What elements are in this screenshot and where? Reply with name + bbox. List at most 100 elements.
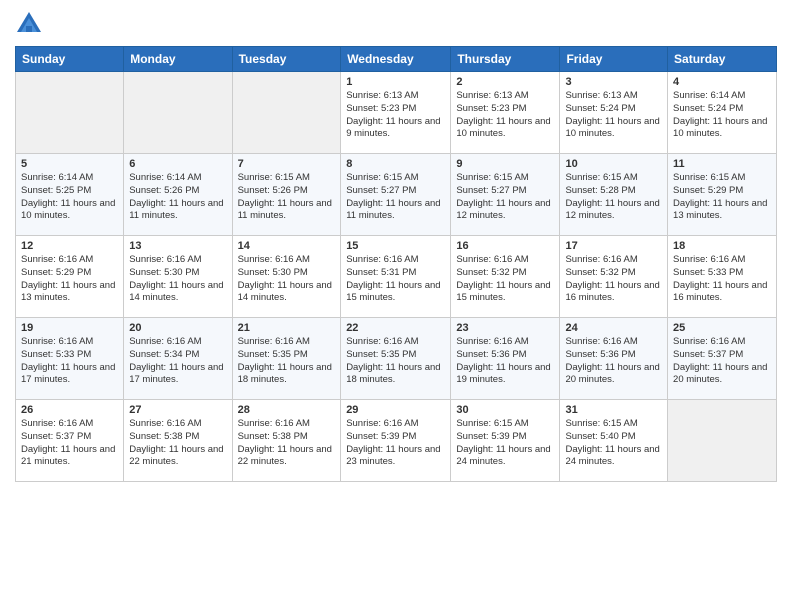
- calendar: SundayMondayTuesdayWednesdayThursdayFrid…: [15, 46, 777, 482]
- day-number: 21: [238, 322, 336, 334]
- calendar-cell: 24 Sunrise: 6:16 AM Sunset: 5:36 PM Dayli…: [560, 318, 668, 400]
- day-number: 18: [673, 240, 771, 252]
- calendar-cell: 30 Sunrise: 6:15 AM Sunset: 5:39 PM Dayli…: [451, 400, 560, 482]
- day-number: 16: [456, 240, 554, 252]
- day-info: Sunrise: 6:16 AM Sunset: 5:33 PM Dayligh…: [21, 336, 118, 387]
- calendar-cell: 10 Sunrise: 6:15 AM Sunset: 5:28 PM Dayli…: [560, 154, 668, 236]
- logo-icon: [15, 10, 43, 38]
- calendar-cell: 31 Sunrise: 6:15 AM Sunset: 5:40 PM Dayli…: [560, 400, 668, 482]
- day-number: 3: [565, 76, 662, 88]
- day-info: Sunrise: 6:16 AM Sunset: 5:35 PM Dayligh…: [238, 336, 336, 387]
- day-info: Sunrise: 6:14 AM Sunset: 5:25 PM Dayligh…: [21, 172, 118, 223]
- day-number: 25: [673, 322, 771, 334]
- day-number: 15: [346, 240, 445, 252]
- day-info: Sunrise: 6:15 AM Sunset: 5:40 PM Dayligh…: [565, 418, 662, 469]
- day-info: Sunrise: 6:16 AM Sunset: 5:32 PM Dayligh…: [565, 254, 662, 305]
- calendar-cell: 5 Sunrise: 6:14 AM Sunset: 5:25 PM Daylig…: [16, 154, 124, 236]
- calendar-cell: 20 Sunrise: 6:16 AM Sunset: 5:34 PM Dayli…: [124, 318, 232, 400]
- day-info: Sunrise: 6:16 AM Sunset: 5:33 PM Dayligh…: [673, 254, 771, 305]
- day-number: 26: [21, 404, 118, 416]
- calendar-day-header: Thursday: [451, 47, 560, 72]
- day-info: Sunrise: 6:16 AM Sunset: 5:29 PM Dayligh…: [21, 254, 118, 305]
- day-number: 8: [346, 158, 445, 170]
- calendar-week-row: 1 Sunrise: 6:13 AM Sunset: 5:23 PM Daylig…: [16, 72, 777, 154]
- calendar-cell: [668, 400, 777, 482]
- calendar-cell: 27Sunrise: 6:16 AM Sunset: 5:38 PM Dayli…: [124, 400, 232, 482]
- day-number: 20: [129, 322, 226, 334]
- calendar-cell: 14Sunrise: 6:16 AM Sunset: 5:30 PM Dayli…: [232, 236, 341, 318]
- calendar-cell: 19 Sunrise: 6:16 AM Sunset: 5:33 PM Dayli…: [16, 318, 124, 400]
- day-number: 17: [565, 240, 662, 252]
- calendar-day-header: Wednesday: [341, 47, 451, 72]
- calendar-day-header: Tuesday: [232, 47, 341, 72]
- calendar-cell: 22Sunrise: 6:16 AM Sunset: 5:35 PM Dayli…: [341, 318, 451, 400]
- calendar-cell: 17 Sunrise: 6:16 AM Sunset: 5:32 PM Dayli…: [560, 236, 668, 318]
- day-number: 28: [238, 404, 336, 416]
- day-number: 5: [21, 158, 118, 170]
- day-info: Sunrise: 6:13 AM Sunset: 5:23 PM Dayligh…: [456, 90, 554, 141]
- calendar-cell: 25 Sunrise: 6:16 AM Sunset: 5:37 PM Dayli…: [668, 318, 777, 400]
- day-number: 6: [129, 158, 226, 170]
- day-info: Sunrise: 6:16 AM Sunset: 5:37 PM Dayligh…: [673, 336, 771, 387]
- calendar-cell: 21 Sunrise: 6:16 AM Sunset: 5:35 PM Dayli…: [232, 318, 341, 400]
- day-info: Sunrise: 6:16 AM Sunset: 5:31 PM Dayligh…: [346, 254, 445, 305]
- calendar-cell: 26 Sunrise: 6:16 AM Sunset: 5:37 PM Dayli…: [16, 400, 124, 482]
- calendar-day-header: Sunday: [16, 47, 124, 72]
- calendar-cell: 9Sunrise: 6:15 AM Sunset: 5:27 PM Daylig…: [451, 154, 560, 236]
- calendar-cell: 2 Sunrise: 6:13 AM Sunset: 5:23 PM Daylig…: [451, 72, 560, 154]
- day-number: 10: [565, 158, 662, 170]
- day-number: 23: [456, 322, 554, 334]
- calendar-cell: 18 Sunrise: 6:16 AM Sunset: 5:33 PM Dayli…: [668, 236, 777, 318]
- calendar-cell: 6 Sunrise: 6:14 AM Sunset: 5:26 PM Daylig…: [124, 154, 232, 236]
- day-number: 4: [673, 76, 771, 88]
- calendar-cell: 15 Sunrise: 6:16 AM Sunset: 5:31 PM Dayli…: [341, 236, 451, 318]
- day-info: Sunrise: 6:16 AM Sunset: 5:35 PM Dayligh…: [346, 336, 445, 387]
- calendar-cell: 16 Sunrise: 6:16 AM Sunset: 5:32 PM Dayli…: [451, 236, 560, 318]
- calendar-cell: 3 Sunrise: 6:13 AM Sunset: 5:24 PM Daylig…: [560, 72, 668, 154]
- day-info: Sunrise: 6:14 AM Sunset: 5:26 PM Dayligh…: [129, 172, 226, 223]
- day-info: Sunrise: 6:15 AM Sunset: 5:39 PM Dayligh…: [456, 418, 554, 469]
- calendar-day-header: Monday: [124, 47, 232, 72]
- day-info: Sunrise: 6:16 AM Sunset: 5:32 PM Dayligh…: [456, 254, 554, 305]
- calendar-cell: 1 Sunrise: 6:13 AM Sunset: 5:23 PM Daylig…: [341, 72, 451, 154]
- calendar-cell: [232, 72, 341, 154]
- day-info: Sunrise: 6:15 AM Sunset: 5:28 PM Dayligh…: [565, 172, 662, 223]
- calendar-day-header: Saturday: [668, 47, 777, 72]
- day-info: Sunrise: 6:15 AM Sunset: 5:26 PM Dayligh…: [238, 172, 336, 223]
- day-number: 14: [238, 240, 336, 252]
- calendar-cell: 7Sunrise: 6:15 AM Sunset: 5:26 PM Daylig…: [232, 154, 341, 236]
- day-info: Sunrise: 6:16 AM Sunset: 5:36 PM Dayligh…: [456, 336, 554, 387]
- calendar-week-row: 12 Sunrise: 6:16 AM Sunset: 5:29 PM Dayli…: [16, 236, 777, 318]
- day-number: 12: [21, 240, 118, 252]
- calendar-cell: 12 Sunrise: 6:16 AM Sunset: 5:29 PM Dayli…: [16, 236, 124, 318]
- calendar-week-row: 26 Sunrise: 6:16 AM Sunset: 5:37 PM Dayli…: [16, 400, 777, 482]
- day-number: 19: [21, 322, 118, 334]
- day-number: 11: [673, 158, 771, 170]
- day-info: Sunrise: 6:13 AM Sunset: 5:24 PM Dayligh…: [565, 90, 662, 141]
- day-number: 2: [456, 76, 554, 88]
- day-info: Sunrise: 6:16 AM Sunset: 5:38 PM Dayligh…: [238, 418, 336, 469]
- calendar-cell: [16, 72, 124, 154]
- day-number: 30: [456, 404, 554, 416]
- calendar-cell: [124, 72, 232, 154]
- day-number: 13: [129, 240, 226, 252]
- day-info: Sunrise: 6:16 AM Sunset: 5:38 PM Dayligh…: [129, 418, 226, 469]
- calendar-cell: 13Sunrise: 6:16 AM Sunset: 5:30 PM Dayli…: [124, 236, 232, 318]
- logo: [15, 10, 47, 38]
- day-info: Sunrise: 6:16 AM Sunset: 5:36 PM Dayligh…: [565, 336, 662, 387]
- day-info: Sunrise: 6:14 AM Sunset: 5:24 PM Dayligh…: [673, 90, 771, 141]
- day-info: Sunrise: 6:16 AM Sunset: 5:39 PM Dayligh…: [346, 418, 445, 469]
- day-number: 24: [565, 322, 662, 334]
- calendar-week-row: 19 Sunrise: 6:16 AM Sunset: 5:33 PM Dayli…: [16, 318, 777, 400]
- day-info: Sunrise: 6:15 AM Sunset: 5:29 PM Dayligh…: [673, 172, 771, 223]
- day-number: 31: [565, 404, 662, 416]
- page: SundayMondayTuesdayWednesdayThursdayFrid…: [0, 0, 792, 612]
- day-info: Sunrise: 6:16 AM Sunset: 5:34 PM Dayligh…: [129, 336, 226, 387]
- calendar-day-header: Friday: [560, 47, 668, 72]
- calendar-cell: 23 Sunrise: 6:16 AM Sunset: 5:36 PM Dayli…: [451, 318, 560, 400]
- day-info: Sunrise: 6:13 AM Sunset: 5:23 PM Dayligh…: [346, 90, 445, 141]
- day-number: 29: [346, 404, 445, 416]
- day-number: 1: [346, 76, 445, 88]
- calendar-week-row: 5 Sunrise: 6:14 AM Sunset: 5:25 PM Daylig…: [16, 154, 777, 236]
- day-info: Sunrise: 6:16 AM Sunset: 5:37 PM Dayligh…: [21, 418, 118, 469]
